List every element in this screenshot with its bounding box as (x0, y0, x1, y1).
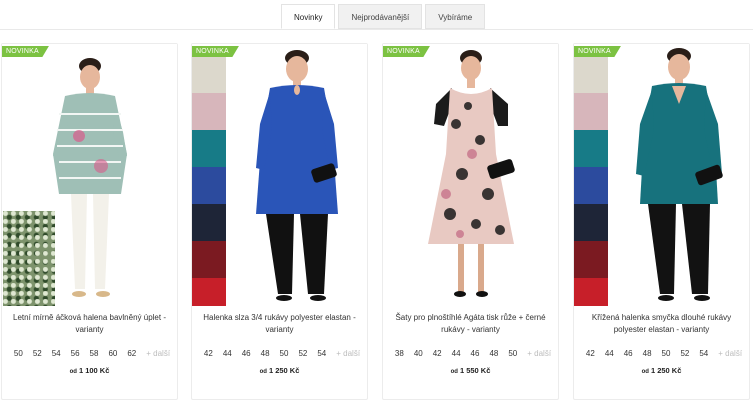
product-name[interactable]: Šaty pro plnoštíhlé Agáta tisk růže + če… (391, 312, 550, 336)
novinka-badge: NOVINKA (383, 46, 430, 57)
size-option[interactable]: 46 (624, 349, 633, 358)
size-option[interactable]: 54 (52, 349, 61, 358)
size-option[interactable]: 62 (127, 349, 136, 358)
size-option[interactable]: 48 (489, 349, 498, 358)
color-swatch[interactable] (574, 204, 608, 241)
color-swatch[interactable] (574, 56, 608, 93)
product-card[interactable]: NOVINKA Křížená halenka smyčka dlouhé ru… (573, 43, 750, 400)
product-price: od 1 100 Kč (2, 366, 177, 375)
color-swatch[interactable] (574, 93, 608, 130)
model-figure (636, 48, 723, 301)
product-photo[interactable]: NOVINKA (192, 44, 367, 306)
model-figure (256, 50, 338, 301)
size-option[interactable]: 44 (605, 349, 614, 358)
size-option[interactable]: 44 (223, 349, 232, 358)
size-option[interactable]: 54 (699, 349, 708, 358)
price-prefix: od (641, 369, 649, 375)
more-sizes-link[interactable]: + další (146, 349, 170, 358)
size-option[interactable]: 50 (662, 349, 671, 358)
fabric-pattern-thumbnail[interactable] (3, 211, 55, 306)
size-option[interactable]: 42 (586, 349, 595, 358)
size-list: 38 40 42 44 46 48 50 + další (383, 349, 558, 358)
price-value: 1 100 Kč (78, 366, 110, 375)
size-option[interactable]: 52 (33, 349, 42, 358)
more-sizes-link[interactable]: + další (718, 349, 742, 358)
color-swatch[interactable] (574, 241, 608, 278)
size-option[interactable]: 46 (471, 349, 480, 358)
more-sizes-link[interactable]: + další (336, 349, 360, 358)
tab-novinky[interactable]: Novinky (281, 4, 336, 29)
product-price: od 1 250 Kč (574, 366, 749, 375)
color-swatch[interactable] (192, 278, 226, 306)
size-list: 42 44 46 48 50 52 54 + další (574, 349, 749, 358)
color-swatch[interactable] (192, 204, 226, 241)
price-value: 1 550 Kč (459, 366, 491, 375)
product-card[interactable]: NOVINKA Šaty pro plnoštíhlé Agáta tisk r… (382, 43, 559, 400)
color-swatch[interactable] (574, 278, 608, 306)
size-option[interactable]: 42 (204, 349, 213, 358)
size-option[interactable]: 38 (395, 349, 404, 358)
product-card[interactable]: NOVINKA Letní mírně áčková halena bavlně… (1, 43, 178, 400)
novinka-badge: NOVINKA (2, 46, 49, 57)
size-option[interactable]: 48 (643, 349, 652, 358)
color-swatch[interactable] (192, 241, 226, 278)
color-swatch[interactable] (192, 167, 226, 204)
product-tabs: Novinky Nejprodávanější Vybíráme (281, 4, 488, 30)
size-option[interactable]: 52 (680, 349, 689, 358)
size-list: 42 44 46 48 50 52 54 + další (192, 349, 367, 358)
size-option[interactable]: 42 (433, 349, 442, 358)
color-swatch[interactable] (192, 130, 226, 167)
more-sizes-link[interactable]: + další (527, 349, 551, 358)
product-name[interactable]: Křížená halenka smyčka dlouhé rukávy pol… (582, 312, 741, 336)
size-option[interactable]: 44 (452, 349, 461, 358)
color-swatch[interactable] (574, 167, 608, 204)
size-option[interactable]: 40 (414, 349, 423, 358)
price-prefix: od (450, 369, 458, 375)
size-option[interactable]: 50 (280, 349, 289, 358)
size-option[interactable]: 52 (298, 349, 307, 358)
color-swatch[interactable] (192, 56, 226, 93)
price-value: 1 250 Kč (650, 366, 682, 375)
product-name[interactable]: Halenka slza 3/4 rukávy polyester elasta… (200, 312, 359, 336)
color-swatches (192, 56, 226, 306)
product-photo[interactable]: NOVINKA (2, 44, 177, 306)
size-option[interactable]: 50 (508, 349, 517, 358)
size-option[interactable]: 54 (317, 349, 326, 358)
size-option[interactable]: 50 (14, 349, 23, 358)
size-option[interactable]: 58 (90, 349, 99, 358)
price-prefix: od (69, 369, 77, 375)
novinka-badge: NOVINKA (574, 46, 621, 57)
size-option[interactable]: 60 (108, 349, 117, 358)
size-option[interactable]: 46 (242, 349, 251, 358)
tabs-divider (0, 29, 753, 30)
size-option[interactable]: 56 (71, 349, 80, 358)
color-swatch[interactable] (574, 130, 608, 167)
size-option[interactable]: 48 (261, 349, 270, 358)
model-figure (427, 50, 515, 297)
product-card[interactable]: NOVINKA Halenka slza 3/4 rukávy polyeste… (191, 43, 368, 400)
color-swatches (574, 56, 608, 306)
price-value: 1 250 Kč (268, 366, 300, 375)
product-price: od 1 550 Kč (383, 366, 558, 375)
tab-nejprodavanejsi[interactable]: Nejprodávanější (338, 4, 423, 29)
novinka-badge: NOVINKA (192, 46, 239, 57)
price-prefix: od (259, 369, 267, 375)
tab-vybirame[interactable]: Vybíráme (425, 4, 486, 29)
product-price: od 1 250 Kč (192, 366, 367, 375)
product-photo[interactable]: NOVINKA (383, 44, 558, 306)
size-list: 50 52 54 56 58 60 62 + další (2, 349, 177, 358)
product-name[interactable]: Letní mírně áčková halena bavlněný úplet… (10, 312, 169, 336)
product-photo[interactable]: NOVINKA (574, 44, 749, 306)
color-swatch[interactable] (192, 93, 226, 130)
